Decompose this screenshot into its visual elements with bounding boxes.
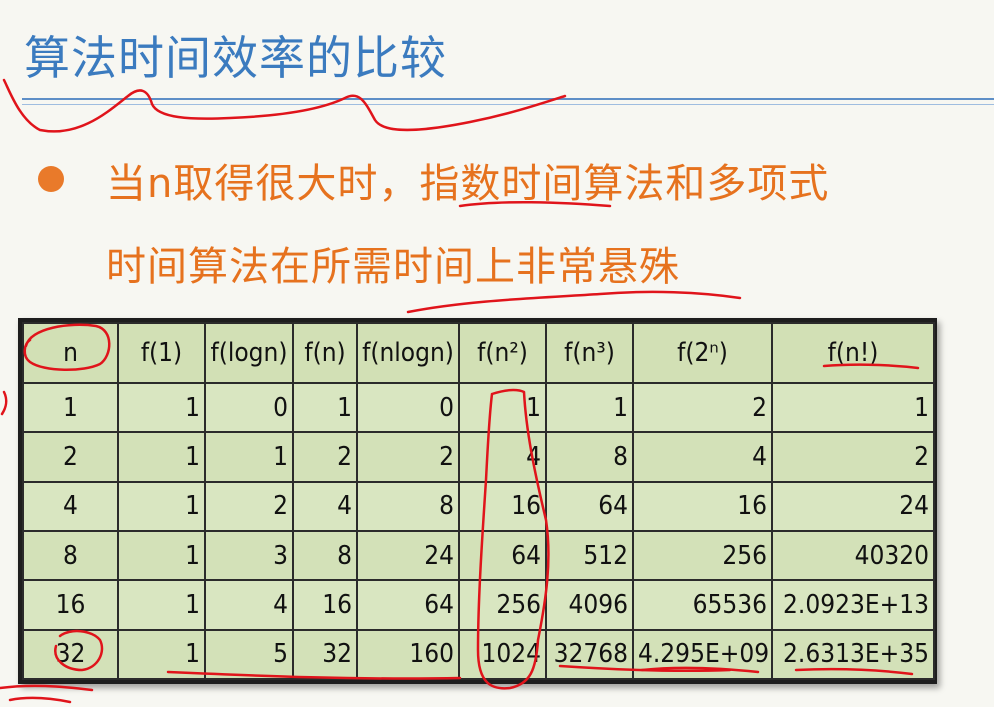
table-cell: 16 <box>458 480 547 532</box>
header-fnfact: f(n!) <box>771 322 935 384</box>
table-cell: 1 <box>117 431 206 483</box>
header-f1: f(1) <box>117 322 206 384</box>
table-cell: 2 <box>632 381 773 434</box>
table-cell: 3 <box>204 529 294 582</box>
table-cell: 1 <box>117 529 206 582</box>
table-cell: 2.6313E+35 <box>771 628 935 681</box>
table-row: 2 1 1 2 2 4 8 4 2 <box>22 431 935 483</box>
table-cell: 256 <box>458 579 547 631</box>
table-cell: 32 <box>22 628 119 681</box>
title-divider <box>22 98 994 100</box>
table-row: 16 1 4 16 64 256 4096 65536 2.0923E+13 <box>22 579 935 631</box>
table-cell: 5 <box>204 628 294 681</box>
table-cell: 2 <box>771 431 935 483</box>
table-cell: 2 <box>356 431 460 483</box>
left-margin-mark <box>0 390 8 416</box>
bullet-text-line-2: 时间算法在所需时间上非常悬殊 <box>106 244 680 290</box>
table-cell: 8 <box>292 529 358 582</box>
table-cell: 2.0923E+13 <box>771 579 935 631</box>
table-cell: 16 <box>632 480 773 532</box>
table-header-row: n f(1) f(logn) f(n) f(nlogn) f(n²) f(n³)… <box>22 322 935 384</box>
table-cell: 0 <box>204 381 294 434</box>
table-cell: 1 <box>292 381 358 434</box>
slide-title: 算法时间效率的比较 <box>24 31 447 85</box>
bullet-text-line-1: 当n取得很大时，指数时间算法和多项式 <box>106 161 830 207</box>
table-cell: 1 <box>117 480 206 532</box>
table-cell: 64 <box>458 529 547 582</box>
bullet-dot-icon <box>38 166 64 192</box>
table-cell: 1 <box>117 579 206 631</box>
header-n: n <box>22 322 119 384</box>
table-cell: 2 <box>22 431 119 483</box>
table-cell: 1 <box>117 628 206 681</box>
table-cell: 8 <box>22 529 119 582</box>
table-cell: 256 <box>632 529 773 582</box>
table-cell: 32 <box>292 628 358 681</box>
table-cell: 24 <box>771 480 935 532</box>
header-fn: f(n) <box>292 322 358 384</box>
complexity-table: n f(1) f(logn) f(n) f(nlogn) f(n²) f(n³)… <box>18 318 937 684</box>
table-cell: 40320 <box>771 529 935 582</box>
table-cell: 1 <box>458 381 547 434</box>
table-cell: 1024 <box>458 628 547 681</box>
table-cell: 16 <box>22 579 119 631</box>
table-cell: 0 <box>356 381 460 434</box>
table-cell: 160 <box>356 628 460 681</box>
header-f2n: f(2ⁿ) <box>632 322 773 384</box>
table-cell: 4 <box>204 579 294 631</box>
table-cell: 4 <box>632 431 773 483</box>
table-row: 32 1 5 32 160 1024 32768 4.295E+09 2.631… <box>22 628 935 681</box>
table-cell: 8 <box>356 480 460 532</box>
table-cell: 1 <box>204 431 294 483</box>
table-cell: 64 <box>356 579 460 631</box>
table-cell: 4.295E+09 <box>632 628 773 681</box>
bottom-left-mark <box>0 684 94 704</box>
table-cell: 4096 <box>545 579 634 631</box>
table-cell: 2 <box>292 431 358 483</box>
table-cell: 1 <box>545 381 634 434</box>
header-fnlogn: f(nlogn) <box>356 322 460 384</box>
table-cell: 512 <box>545 529 634 582</box>
header-flogn: f(logn) <box>204 322 294 384</box>
table-cell: 16 <box>292 579 358 631</box>
table-cell: 32768 <box>545 628 634 681</box>
table-cell: 1 <box>771 381 935 434</box>
table-cell: 8 <box>545 431 634 483</box>
table-row: 8 1 3 8 24 64 512 256 40320 <box>22 529 935 582</box>
table-cell: 4 <box>458 431 547 483</box>
table-cell: 4 <box>22 480 119 532</box>
header-fn2: f(n²) <box>458 322 547 384</box>
table-cell: 1 <box>117 381 206 434</box>
table-cell: 24 <box>356 529 460 582</box>
table-cell: 2 <box>204 480 294 532</box>
table-cell: 65536 <box>632 579 773 631</box>
table-cell: 64 <box>545 480 634 532</box>
table-row: 1 1 0 1 0 1 1 2 1 <box>22 381 935 434</box>
table-row: 4 1 2 4 8 16 64 16 24 <box>22 480 935 532</box>
title-divider-thin <box>22 104 994 105</box>
table-cell: 1 <box>22 381 119 434</box>
header-fn3: f(n³) <box>545 322 634 384</box>
bullet-underline-2 <box>406 290 742 314</box>
table-cell: 4 <box>292 480 358 532</box>
